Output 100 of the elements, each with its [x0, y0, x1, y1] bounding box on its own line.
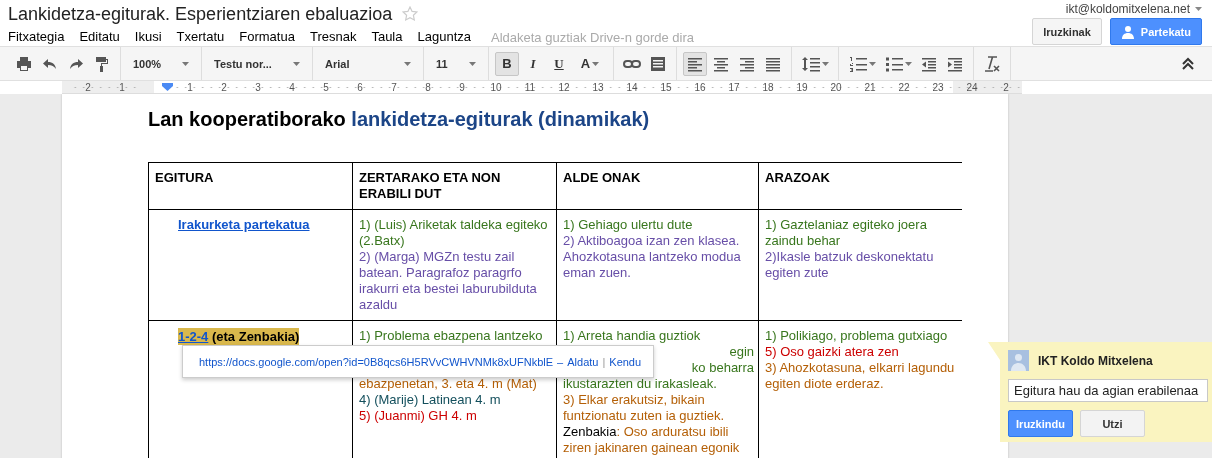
menu-item[interactable]: Txertatu [176, 28, 233, 46]
remove-link[interactable]: Kendu [609, 355, 642, 368]
edit-link[interactable]: Aldatu [567, 355, 599, 368]
ruler-number: 9 [445, 81, 479, 93]
cell-text: 2) (Marga) MGZn testu zail batean. Paragrafoz paragrfo irakurri eta bestei laburubilduta azaldu [359, 249, 538, 313]
ruler-number: 23 [921, 81, 955, 93]
indent-marker-icon [162, 83, 173, 91]
caret-icon [1195, 7, 1202, 11]
cell-text: 5) Oso gaizki atera zen [765, 344, 900, 360]
increase-indent-icon [947, 55, 963, 72]
link-url[interactable]: https://docs.google.com/open?id=0B8qcs6H5RVvCWHVNMk8xUFNkblE [199, 355, 554, 368]
ruler-number: 15 [649, 81, 683, 93]
comment-author: IKT Koldo Mitxelena [1038, 353, 1153, 368]
ruler-number: 2 [207, 81, 241, 93]
ruler-number: 1 [105, 81, 139, 93]
cell-text: 1) (Luis) Ariketak taldeka egiteko (2.Batx) [359, 217, 549, 249]
text-color-button[interactable]: A [573, 51, 607, 76]
menu-item[interactable]: Tresnak [309, 28, 365, 46]
zoom-dropdown[interactable]: 100% [127, 51, 195, 76]
line-spacing-icon [801, 55, 820, 72]
caret-icon [469, 61, 476, 66]
collapse-icon [1181, 56, 1195, 71]
font-size-dropdown[interactable]: 11 [430, 51, 482, 76]
column-header: ALDE ONAK [556, 162, 759, 210]
align-left-icon [687, 55, 703, 72]
document-title: Lankidetza-egiturak. Esperientziaren ebaluazioa [8, 3, 393, 26]
ruler-number: 14 [615, 81, 649, 93]
ruler-number: 1 [173, 81, 207, 93]
cell-text: 1) Arreta handia guztiok [563, 328, 702, 344]
column-header: EGITURA [148, 162, 353, 210]
document-heading: Lan kooperatiborako lankidetza-egiturak (dinamikak) [148, 107, 651, 132]
caret-icon [868, 61, 876, 66]
cell-text: 1) Gaztelaniaz egiteko joera zaindu behar [765, 217, 928, 249]
ruler-number: 16 [683, 81, 717, 93]
ruler-number: 2 [71, 81, 105, 93]
cell-text: 1) Polikiago, problema gutxiago [765, 328, 949, 344]
font-dropdown[interactable]: Arial [319, 51, 417, 76]
style-dropdown[interactable]: Testu nor... [208, 51, 306, 76]
align-left-button[interactable] [683, 51, 707, 76]
caret-icon [904, 61, 912, 66]
cell-text: egin [729, 344, 754, 360]
ruler-number: 8 [411, 81, 445, 93]
align-right-icon [739, 55, 755, 72]
ruler-number: 7 [377, 81, 411, 93]
ruler-number: 4 [275, 81, 309, 93]
caret-icon [293, 61, 300, 66]
ruler-number: 11 [513, 81, 547, 93]
cell-text: 1) Gehiago ulertu dute [563, 217, 694, 233]
caret-icon [404, 61, 411, 66]
ruler-number: 17 [717, 81, 751, 93]
comment-icon [650, 55, 666, 72]
ruler-number: 24 [955, 81, 989, 93]
person-icon [1120, 24, 1135, 39]
cell-text: ikustarazten du irakasleak. [563, 376, 718, 392]
save-status: Aldaketa guztiak Drive-n gorde dira [491, 29, 695, 45]
decrease-indent-icon [921, 55, 937, 72]
ruler-number: 13 [581, 81, 615, 93]
ruler-number: 10 [479, 81, 513, 93]
column-header: ZERTARAKO ETA NON ERABILI DUT [352, 162, 557, 210]
cell-text: 3) Elkar erakutsiz, bikain funtzionatu zuten ia guztiek. [563, 392, 726, 424]
bulleted-list-icon [884, 55, 903, 72]
underline-button[interactable]: U [547, 51, 571, 76]
cell-text: 2)Ikasle batzuk deskonektatu egiten zute [765, 249, 935, 281]
menu-item[interactable]: Formatua [239, 28, 303, 46]
cell-text: 1) Problema ebazpena lantzeko [359, 328, 544, 344]
ruler-number: 2 [989, 81, 1022, 93]
paint-roller-icon [94, 55, 110, 72]
cell-text: ebazpenetan, 3. eta 4. m (Mat) [359, 376, 538, 392]
column-header: ARAZOAK [758, 162, 962, 210]
comments-button[interactable]: Iruzkinak [1032, 18, 1102, 45]
avatar-icon [1008, 350, 1029, 371]
comment-input[interactable]: Egitura hau da agian erabilenaa [1008, 379, 1208, 402]
caret-icon [821, 61, 829, 66]
cell-text: ko beharra [691, 360, 754, 376]
cell-text: 2) Aktiboagoa izan zen klasea. Ahozkotasuna lantzeko modua eman zuen. [563, 233, 742, 281]
menu-item[interactable]: Fitxategia [8, 28, 73, 46]
italic-button[interactable]: I [521, 51, 545, 76]
cell-text: 3) Ahozkotasuna, elkarri lagundu egiten diote erderaz. [765, 360, 956, 392]
ruler-number: 5 [309, 81, 343, 93]
menu-item[interactable]: Laguntza [417, 28, 479, 46]
account-email[interactable]: ikt@koldomitxelena.net [1065, 2, 1190, 16]
menu-item[interactable]: Ikusi [134, 28, 170, 46]
ruler-number: 22 [887, 81, 921, 93]
cell-text: 4) (Marije) Latinean 4. m [359, 392, 502, 408]
cell-text: 5) (Juanmi) GH 4. m [359, 408, 478, 424]
caret-icon [592, 61, 600, 66]
align-justify-icon [765, 55, 781, 72]
align-center-icon [713, 55, 729, 72]
cancel-button[interactable]: Utzi [1080, 410, 1145, 437]
menu-item[interactable]: Taula [371, 28, 411, 46]
document-link[interactable]: Irakurketa partekatua [178, 217, 310, 232]
ruler-number: 19 [785, 81, 819, 93]
menu-item[interactable]: Editatu [79, 28, 128, 46]
ruler-number: 21 [853, 81, 887, 93]
caret-icon [182, 61, 189, 66]
clear-formatting-icon [984, 54, 1000, 73]
numbered-list-icon [848, 55, 867, 72]
ruler-number: 18 [751, 81, 785, 93]
highlighted-text: 1-2-4 (eta Zenbakia) [178, 328, 300, 345]
bold-button[interactable]: B [495, 51, 519, 76]
